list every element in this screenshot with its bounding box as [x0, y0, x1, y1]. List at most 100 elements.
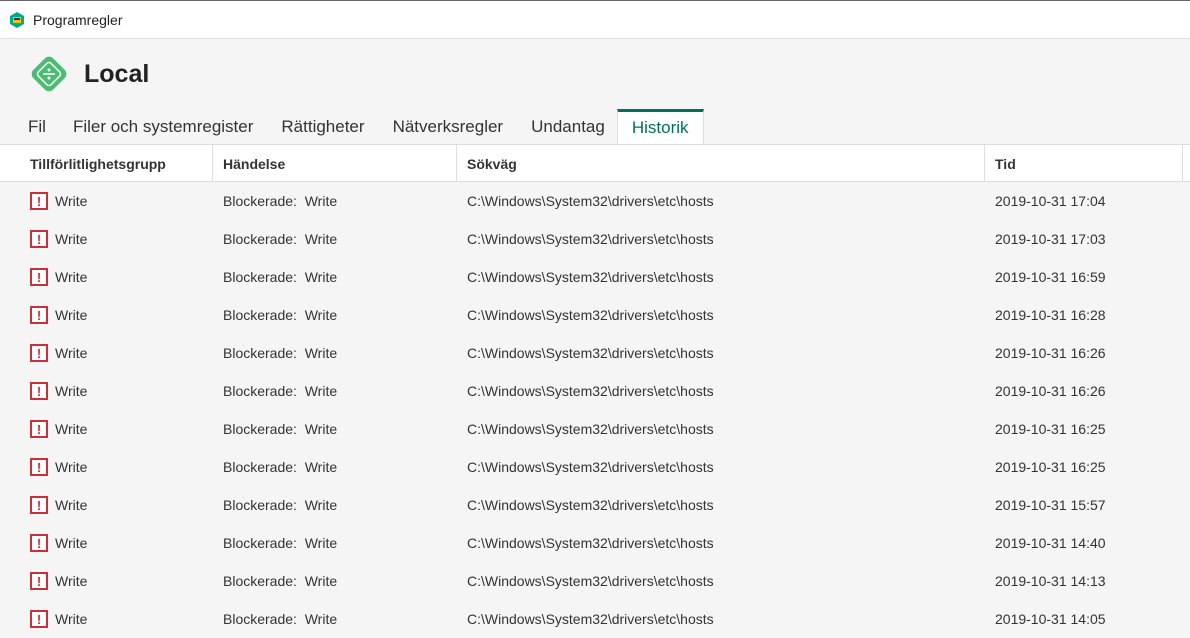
- warning-icon: !: [30, 268, 48, 286]
- group-text: Write: [55, 307, 88, 323]
- cell-path: C:\Windows\System32\drivers\etc\hosts: [467, 497, 714, 513]
- tab-rattigheter[interactable]: Rättigheter: [281, 109, 364, 144]
- table-row[interactable]: ! Write Blockerade: Write C:\Windows\Syst…: [0, 486, 1190, 524]
- cell-time: 2019-10-31 14:13: [995, 573, 1106, 589]
- page-title: Local: [84, 59, 150, 88]
- warning-icon: !: [30, 496, 48, 514]
- cell-event: Blockerade: Write: [223, 345, 338, 361]
- cell-group: ! Write: [0, 420, 213, 438]
- warning-icon: !: [30, 572, 48, 590]
- cell-group: ! Write: [0, 496, 213, 514]
- column-header-event[interactable]: Händelse: [213, 145, 457, 181]
- table-row[interactable]: ! Write Blockerade: Write C:\Windows\Syst…: [0, 372, 1190, 410]
- group-text: Write: [55, 193, 88, 209]
- column-header-time[interactable]: Tid: [985, 145, 1183, 181]
- warning-icon: !: [30, 534, 48, 552]
- tab-filer-och-systemregister[interactable]: Filer och systemregister: [73, 109, 253, 144]
- table-row[interactable]: ! Write Blockerade: Write C:\Windows\Syst…: [0, 258, 1190, 296]
- cell-path: C:\Windows\System32\drivers\etc\hosts: [467, 535, 714, 551]
- table-row[interactable]: ! Write Blockerade: Write C:\Windows\Syst…: [0, 562, 1190, 600]
- warning-icon: !: [30, 610, 48, 628]
- table-header: Tillförlitlighetsgrupp Händelse Sökväg T…: [0, 144, 1190, 182]
- cell-time: 2019-10-31 17:04: [995, 193, 1106, 209]
- app-icon: [10, 11, 24, 28]
- warning-icon: !: [30, 306, 48, 324]
- cell-path: C:\Windows\System32\drivers\etc\hosts: [467, 611, 714, 627]
- tab-historik[interactable]: Historik: [616, 109, 704, 144]
- table-row[interactable]: ! Write Blockerade: Write C:\Windows\Syst…: [0, 296, 1190, 334]
- cell-group: ! Write: [0, 268, 213, 286]
- table-row[interactable]: ! Write Blockerade: Write C:\Windows\Syst…: [0, 182, 1190, 220]
- warning-icon: !: [30, 192, 48, 210]
- cell-path: C:\Windows\System32\drivers\etc\hosts: [467, 269, 714, 285]
- cell-group: ! Write: [0, 192, 213, 210]
- title-bar: Programregler: [0, 0, 1190, 39]
- cell-event: Blockerade: Write: [223, 193, 338, 209]
- group-text: Write: [55, 535, 88, 551]
- cell-time: 2019-10-31 16:25: [995, 459, 1106, 475]
- cell-event: Blockerade: Write: [223, 421, 338, 437]
- warning-icon: !: [30, 230, 48, 248]
- warning-icon: !: [30, 382, 48, 400]
- cell-time: 2019-10-31 16:59: [995, 269, 1106, 285]
- tab-fil[interactable]: Fil: [28, 109, 46, 144]
- group-text: Write: [55, 383, 88, 399]
- cell-time: 2019-10-31 16:26: [995, 383, 1106, 399]
- table-row[interactable]: ! Write Blockerade: Write C:\Windows\Syst…: [0, 524, 1190, 562]
- cell-path: C:\Windows\System32\drivers\etc\hosts: [467, 459, 714, 475]
- tab-natverksregler[interactable]: Nätverksregler: [393, 109, 504, 144]
- cell-group: ! Write: [0, 230, 213, 248]
- column-header-group[interactable]: Tillförlitlighetsgrupp: [0, 145, 213, 181]
- table-row[interactable]: ! Write Blockerade: Write C:\Windows\Syst…: [0, 220, 1190, 258]
- cell-group: ! Write: [0, 572, 213, 590]
- cell-time: 2019-10-31 17:03: [995, 231, 1106, 247]
- cell-group: ! Write: [0, 382, 213, 400]
- cell-event: Blockerade: Write: [223, 459, 338, 475]
- cell-path: C:\Windows\System32\drivers\etc\hosts: [467, 421, 714, 437]
- history-table: Tillförlitlighetsgrupp Händelse Sökväg T…: [0, 144, 1190, 638]
- cell-path: C:\Windows\System32\drivers\etc\hosts: [467, 383, 714, 399]
- table-row[interactable]: ! Write Blockerade: Write C:\Windows\Syst…: [0, 448, 1190, 486]
- cell-path: C:\Windows\System32\drivers\etc\hosts: [467, 307, 714, 323]
- page-header: Local: [0, 39, 1190, 109]
- cell-event: Blockerade: Write: [223, 269, 338, 285]
- table-row[interactable]: ! Write Blockerade: Write C:\Windows\Syst…: [0, 410, 1190, 448]
- cell-event: Blockerade: Write: [223, 497, 338, 513]
- group-text: Write: [55, 573, 88, 589]
- tab-bar: Fil Filer och systemregister Rättigheter…: [28, 109, 732, 144]
- group-text: Write: [55, 269, 88, 285]
- cell-time: 2019-10-31 14:05: [995, 611, 1106, 627]
- cell-group: ! Write: [0, 306, 213, 324]
- cell-path: C:\Windows\System32\drivers\etc\hosts: [467, 193, 714, 209]
- table-body: ! Write Blockerade: Write C:\Windows\Syst…: [0, 182, 1190, 638]
- cell-path: C:\Windows\System32\drivers\etc\hosts: [467, 231, 714, 247]
- cell-group: ! Write: [0, 458, 213, 476]
- warning-icon: !: [30, 344, 48, 362]
- table-row[interactable]: ! Write Blockerade: Write C:\Windows\Syst…: [0, 600, 1190, 638]
- group-text: Write: [55, 611, 88, 627]
- cell-time: 2019-10-31 16:28: [995, 307, 1106, 323]
- cell-event: Blockerade: Write: [223, 307, 338, 323]
- group-text: Write: [55, 421, 88, 437]
- group-text: Write: [55, 497, 88, 513]
- cell-event: Blockerade: Write: [223, 611, 338, 627]
- table-row[interactable]: ! Write Blockerade: Write C:\Windows\Syst…: [0, 334, 1190, 372]
- cell-path: C:\Windows\System32\drivers\etc\hosts: [467, 345, 714, 361]
- cell-path: C:\Windows\System32\drivers\etc\hosts: [467, 573, 714, 589]
- group-text: Write: [55, 231, 88, 247]
- cell-event: Blockerade: Write: [223, 231, 338, 247]
- cell-time: 2019-10-31 16:26: [995, 345, 1106, 361]
- cell-event: Blockerade: Write: [223, 383, 338, 399]
- cell-event: Blockerade: Write: [223, 573, 338, 589]
- cell-group: ! Write: [0, 534, 213, 552]
- group-text: Write: [55, 459, 88, 475]
- cell-group: ! Write: [0, 344, 213, 362]
- cell-group: ! Write: [0, 610, 213, 628]
- tab-undantag[interactable]: Undantag: [531, 109, 605, 144]
- window-title: Programregler: [33, 11, 123, 28]
- warning-icon: !: [30, 458, 48, 476]
- cell-time: 2019-10-31 14:40: [995, 535, 1106, 551]
- column-header-path[interactable]: Sökväg: [457, 145, 985, 181]
- cell-event: Blockerade: Write: [223, 535, 338, 551]
- cell-time: 2019-10-31 15:57: [995, 497, 1106, 513]
